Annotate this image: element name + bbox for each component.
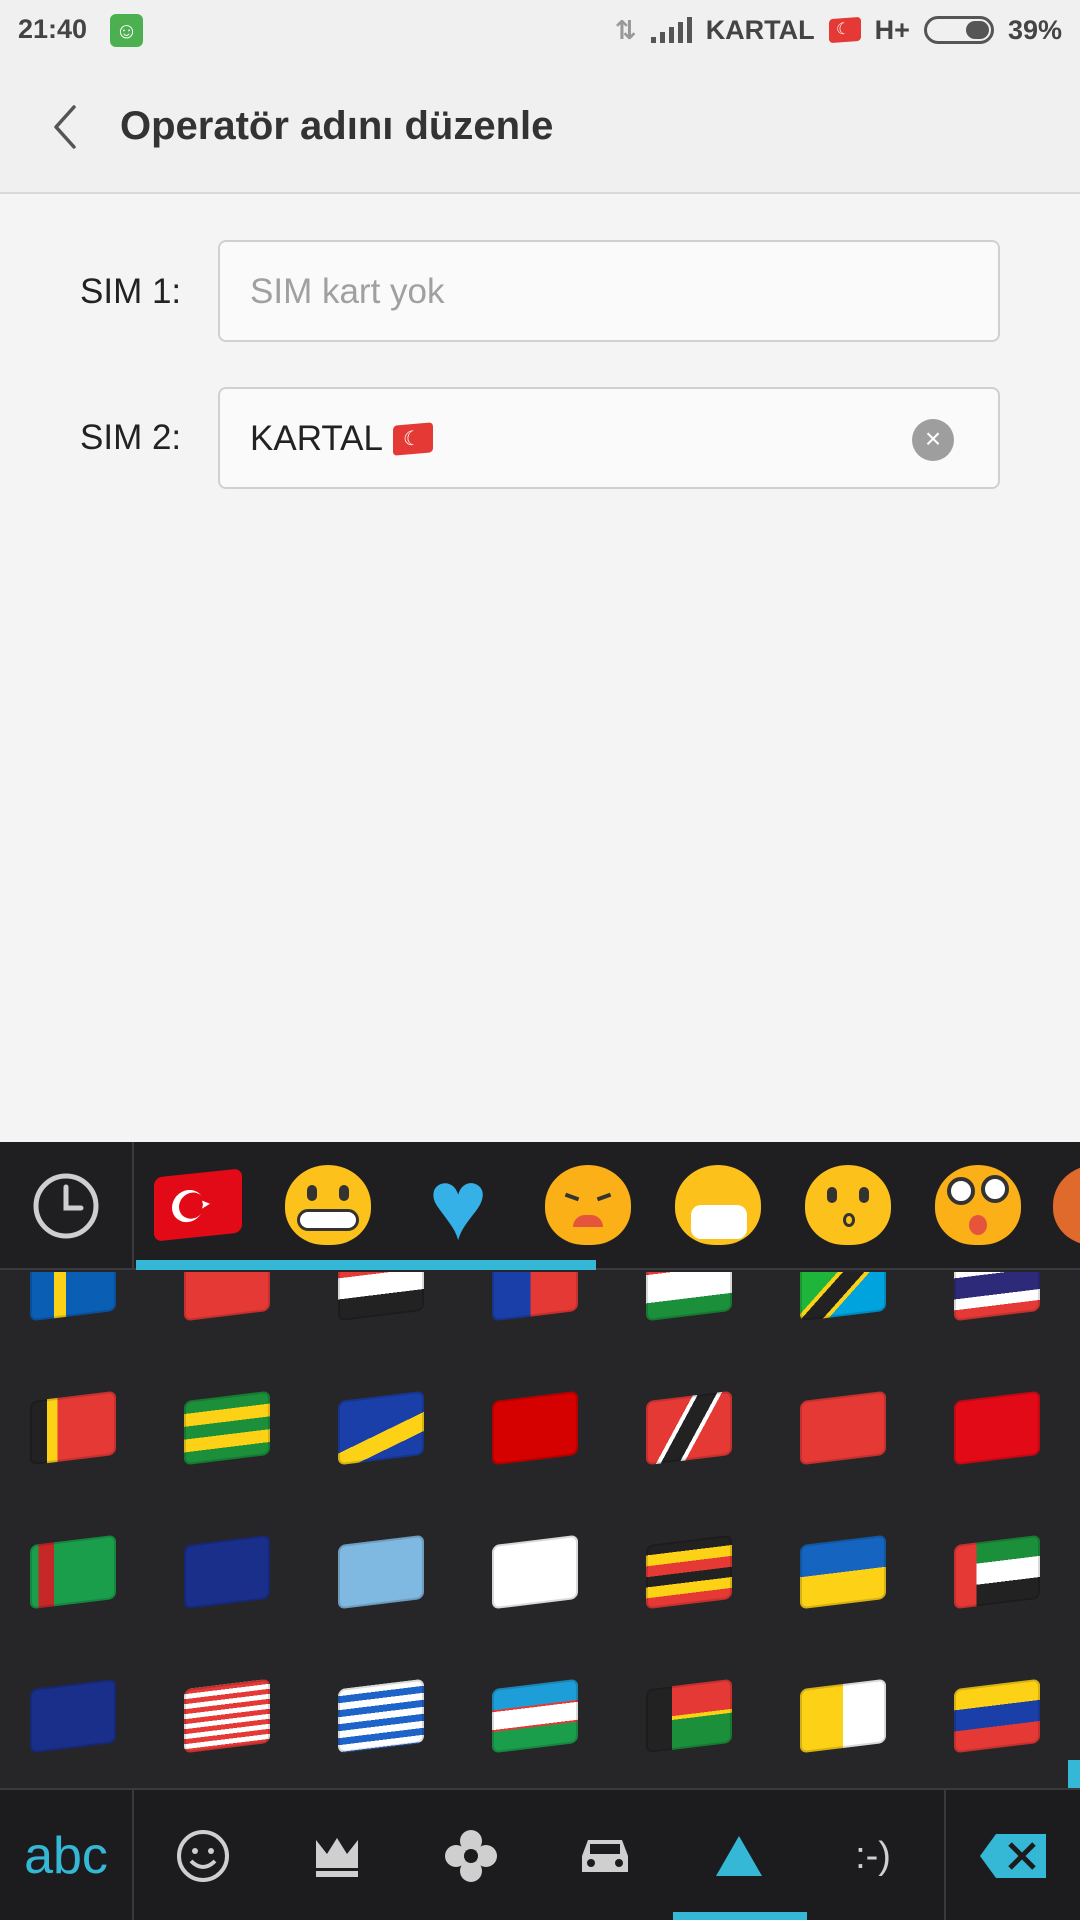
uzbekistan-flag-icon[interactable] xyxy=(492,1678,578,1754)
recent-icon[interactable] xyxy=(0,1142,134,1270)
timor-leste-flag-icon[interactable] xyxy=(30,1390,116,1466)
category-scroll-indicator xyxy=(136,1260,596,1270)
chevron-left-icon xyxy=(54,105,76,149)
taiwan-flag-icon[interactable] xyxy=(492,1272,578,1322)
status-battery: 39% xyxy=(1007,14,1062,45)
kissing-face-category[interactable] xyxy=(800,1162,896,1248)
status-network: H+ xyxy=(874,14,910,45)
clock-icon xyxy=(33,1173,99,1239)
uae-flag-icon[interactable] xyxy=(954,1534,1040,1610)
grimacing-face-icon xyxy=(285,1165,371,1245)
tanzania-flag-icon[interactable] xyxy=(800,1272,886,1322)
disappointed-face-category[interactable] xyxy=(540,1162,636,1248)
blue-heart-category[interactable]: ♥ xyxy=(410,1155,506,1255)
blue-heart-icon: ♥ xyxy=(428,1149,488,1261)
smiley-icon[interactable] xyxy=(136,1790,270,1920)
uruguay-flag-icon[interactable] xyxy=(338,1678,424,1754)
turkmenistan-flag-icon[interactable] xyxy=(30,1534,116,1610)
mask-face-category[interactable] xyxy=(670,1162,766,1248)
backspace-icon[interactable] xyxy=(944,1790,1080,1920)
us-virgin-islands-flag-icon[interactable] xyxy=(492,1534,578,1610)
sim2-value: KARTAL xyxy=(250,419,383,458)
sim1-field[interactable]: SIM kart yok xyxy=(218,240,1000,342)
venezuela-flag-icon[interactable] xyxy=(954,1678,1040,1754)
turkey-flag-icon xyxy=(392,422,433,456)
disappointed-face-icon xyxy=(545,1165,631,1245)
sim1-label: SIM 1: xyxy=(80,272,182,311)
tajikistan-flag-icon[interactable] xyxy=(646,1272,732,1322)
android-icon: ☺ xyxy=(110,14,143,47)
tunisia-flag-icon[interactable] xyxy=(800,1390,886,1466)
keyboard-bottom-bar: abc :-) xyxy=(0,1788,1080,1920)
battery-icon xyxy=(923,16,994,44)
page-title: Operatör adını düzenle xyxy=(120,104,554,148)
sim2-field[interactable]: KARTAL × xyxy=(218,387,1000,489)
status-bar: 21:40 ☺ ⇅ KARTAL H+ 39% xyxy=(0,0,1080,60)
status-right-group: ⇅ KARTAL H+ 39% xyxy=(615,12,1062,48)
switzerland-flag-icon[interactable] xyxy=(184,1272,270,1322)
turkey-flag-category[interactable] xyxy=(150,1162,246,1248)
tokelau-flag-icon[interactable] xyxy=(338,1390,424,1466)
turks-and-caicos-flag-icon[interactable] xyxy=(184,1534,270,1610)
kissing-face-icon xyxy=(805,1165,891,1245)
trinidad-and-tobago-flag-icon[interactable] xyxy=(646,1390,732,1466)
title-bar: Operatör adını düzenle xyxy=(0,60,1080,194)
screen: 21:40 ☺ ⇅ KARTAL H+ 39% Operatör adını d… xyxy=(0,0,1080,1920)
category-scroller: ♥ xyxy=(136,1142,1080,1270)
emoji-keyboard: ♥ abc:-) xyxy=(0,1142,1080,1920)
crown-icon[interactable] xyxy=(270,1790,404,1920)
status-carrier: KARTAL xyxy=(705,14,815,45)
sim2-value-wrap: KARTAL xyxy=(250,419,433,459)
vatican-city-flag-icon[interactable] xyxy=(800,1678,886,1754)
mask-face-icon xyxy=(675,1165,761,1245)
emoji-grid xyxy=(0,1272,1080,1788)
partial-emoji-category[interactable] xyxy=(1048,1162,1080,1248)
car-icon[interactable] xyxy=(538,1790,672,1920)
uganda-flag-icon[interactable] xyxy=(646,1534,732,1610)
data-arrows-icon: ⇅ xyxy=(614,14,637,45)
flower-icon[interactable] xyxy=(404,1790,538,1920)
status-time: 21:40 xyxy=(18,14,88,44)
signal-icon xyxy=(650,17,692,43)
tonga-flag-icon[interactable] xyxy=(492,1390,578,1466)
united-states-flag-icon[interactable] xyxy=(184,1678,270,1754)
sim2-label: SIM 2: xyxy=(80,418,182,457)
united-kingdom-flag-icon[interactable] xyxy=(30,1678,116,1754)
active-tab-indicator xyxy=(673,1912,807,1920)
dizzy-face-icon xyxy=(935,1165,1021,1245)
emoji-category-bar: ♥ xyxy=(0,1142,1080,1270)
sweden-flag-icon[interactable] xyxy=(30,1272,116,1322)
turkey-flag-icon xyxy=(828,16,861,44)
turkey-flag-icon[interactable] xyxy=(954,1390,1040,1466)
clear-icon[interactable]: × xyxy=(912,419,954,461)
vanuatu-flag-icon[interactable] xyxy=(646,1678,732,1754)
back-button[interactable] xyxy=(40,100,90,154)
dizzy-face-category[interactable] xyxy=(930,1162,1026,1248)
syria-flag-icon[interactable] xyxy=(338,1272,424,1322)
emoticon-tab[interactable]: :-) xyxy=(806,1790,940,1920)
triangle-icon[interactable] xyxy=(672,1790,806,1920)
togo-flag-icon[interactable] xyxy=(184,1390,270,1466)
emoji-icon xyxy=(1053,1165,1080,1245)
thailand-flag-icon[interactable] xyxy=(954,1272,1040,1322)
ukraine-flag-icon[interactable] xyxy=(800,1534,886,1610)
sim1-placeholder: SIM kart yok xyxy=(250,272,445,311)
turkey-flag-icon xyxy=(154,1168,242,1242)
abc-button[interactable]: abc xyxy=(0,1790,134,1920)
tuvalu-flag-icon[interactable] xyxy=(338,1534,424,1610)
grimacing-face-category[interactable] xyxy=(280,1162,376,1248)
grid-scrollbar[interactable] xyxy=(1068,1760,1080,1788)
